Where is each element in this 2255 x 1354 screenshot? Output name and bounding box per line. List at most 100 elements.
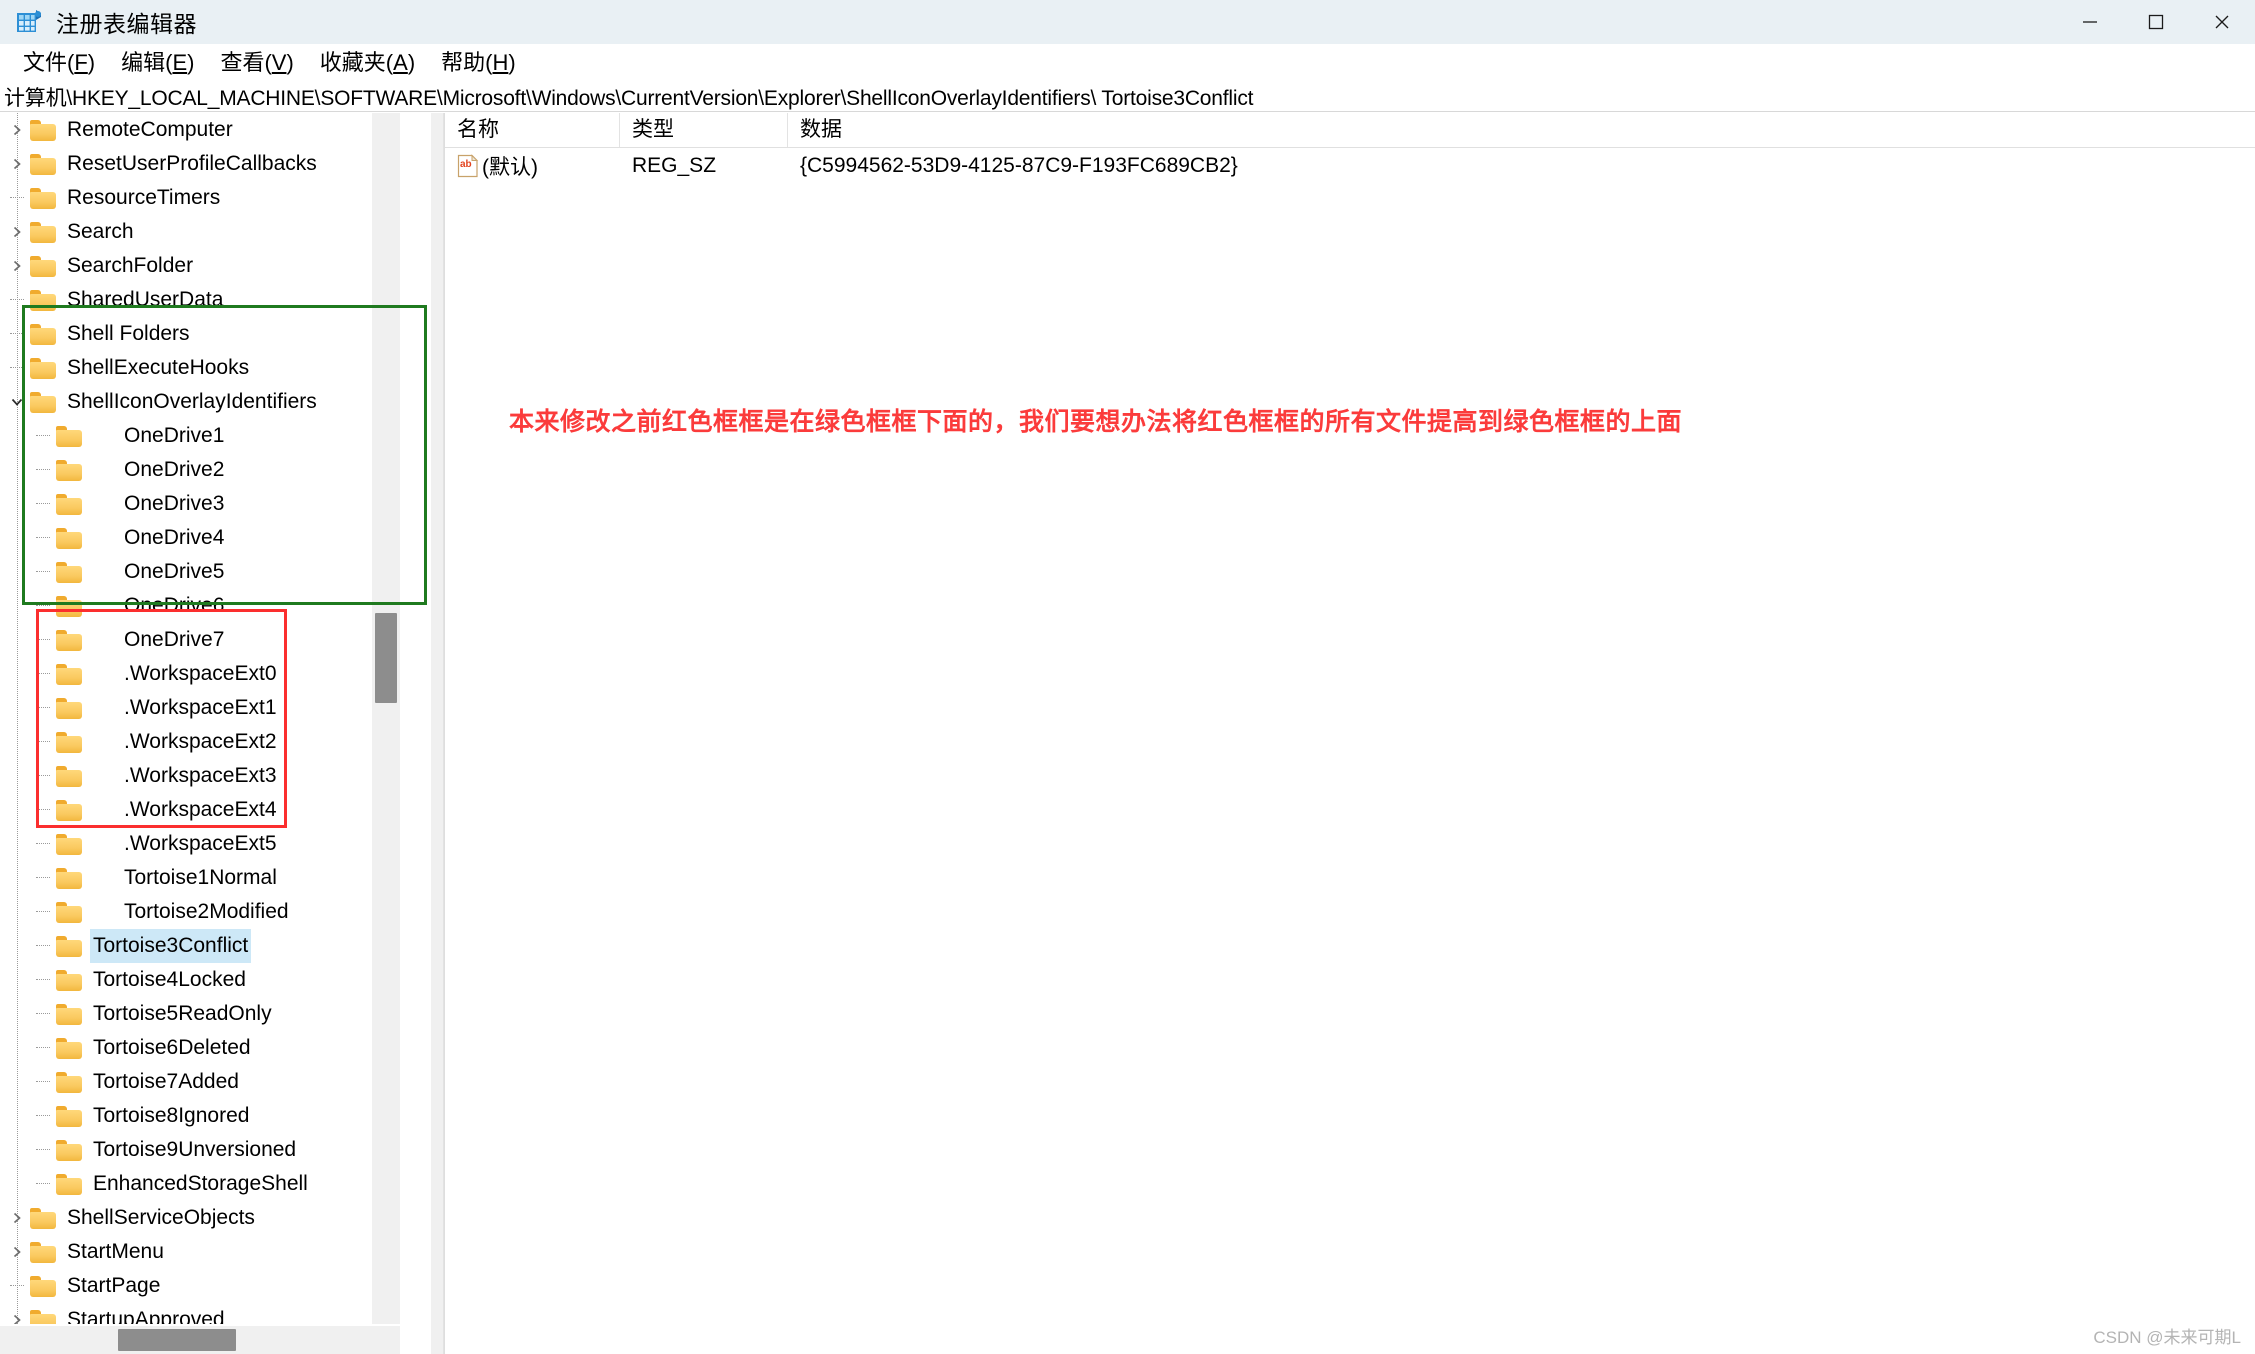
chevron-down-icon[interactable] [4, 395, 30, 409]
tree-item-workspaceext3[interactable]: .WorkspaceExt3 [0, 759, 400, 793]
menu-edit[interactable]: 编辑(E) [108, 44, 207, 82]
tree-item-resourcetimers[interactable]: ResourceTimers [0, 181, 400, 215]
folder-icon [56, 459, 82, 481]
menu-file[interactable]: 文件(F) [10, 44, 108, 82]
tree-item-label: StartupApproved [67, 1308, 225, 1324]
folder-icon [30, 255, 56, 277]
tree-item-onedrive5[interactable]: OneDrive5 [0, 555, 400, 589]
folder-icon [56, 561, 82, 583]
tree-guide-dash [30, 775, 56, 777]
chevron-right-icon[interactable] [4, 1313, 30, 1324]
tree-item-label: RemoteComputer [67, 118, 233, 141]
close-button[interactable] [2189, 0, 2255, 44]
tree-item-startpage[interactable]: StartPage [0, 1269, 400, 1303]
tree-item-tortoise5readonly[interactable]: Tortoise5ReadOnly [0, 997, 400, 1031]
tree-item-enhancedstorageshell[interactable]: EnhancedStorageShell [0, 1167, 400, 1201]
chevron-right-icon[interactable] [4, 123, 30, 137]
chevron-right-icon[interactable] [4, 225, 30, 239]
table-row[interactable]: ab (默认) REG_SZ {C5994562-53D9-4125-87C9-… [445, 148, 2255, 184]
tree-guide-dash [30, 945, 56, 947]
folder-icon [56, 1105, 82, 1127]
tree-item-workspaceext4[interactable]: .WorkspaceExt4 [0, 793, 400, 827]
chevron-right-icon[interactable] [4, 1245, 30, 1259]
folder-icon [30, 289, 56, 311]
chevron-right-icon[interactable] [4, 157, 30, 171]
pane-splitter[interactable] [430, 113, 444, 1354]
tree-vertical-scroll-thumb[interactable] [375, 613, 397, 703]
tree-item-label: Tortoise2Modified [124, 900, 289, 923]
tree-item-onedrive3[interactable]: OneDrive3 [0, 487, 400, 521]
tree-item-tortoise9unversioned[interactable]: Tortoise9Unversioned [0, 1133, 400, 1167]
folder-icon [56, 731, 82, 753]
tree-item-onedrive4[interactable]: OneDrive4 [0, 521, 400, 555]
tree-item-remotecomputer[interactable]: RemoteComputer [0, 113, 400, 147]
tree-item-label: Tortoise7Added [93, 1070, 239, 1093]
tree-guide-dash [4, 299, 30, 301]
tree-item-label: .WorkspaceExt0 [124, 662, 277, 685]
folder-icon [30, 187, 56, 209]
tree-guide-dash [30, 503, 56, 505]
chevron-right-icon[interactable] [4, 259, 30, 273]
tree-item-label: OneDrive4 [124, 526, 225, 549]
tree-item-label: Tortoise4Locked [93, 968, 246, 991]
menu-bar: 文件(F) 编辑(E) 查看(V) 收藏夹(A) 帮助(H) [0, 44, 2255, 82]
column-header-name[interactable]: 名称 [445, 113, 620, 147]
menu-view[interactable]: 查看(V) [207, 44, 306, 82]
tree-item-tortoise6deleted[interactable]: Tortoise6Deleted [0, 1031, 400, 1065]
tree-item-startupapproved[interactable]: StartupApproved [0, 1303, 400, 1324]
tree-item-label: Tortoise8Ignored [93, 1104, 250, 1127]
tree-item-workspaceext1[interactable]: .WorkspaceExt1 [0, 691, 400, 725]
folder-icon [30, 1309, 56, 1324]
column-header-data[interactable]: 数据 [788, 113, 2255, 147]
menu-help[interactable]: 帮助(H) [428, 44, 529, 82]
tree-vertical-scrollbar[interactable] [372, 113, 400, 1324]
tree-item-label: OneDrive5 [124, 560, 225, 583]
tree-guide-dash [4, 1285, 30, 1287]
tree-guide-dash [30, 1013, 56, 1015]
address-bar[interactable]: 计算机\HKEY_LOCAL_MACHINE\SOFTWARE\Microsof… [0, 82, 2255, 112]
tree-item-shellexecutehooks[interactable]: ShellExecuteHooks [0, 351, 400, 385]
chevron-right-icon[interactable] [4, 1211, 30, 1225]
minimize-button[interactable] [2057, 0, 2123, 44]
menu-favorites[interactable]: 收藏夹(A) [307, 44, 428, 82]
tree-item-onedrive1[interactable]: OneDrive1 [0, 419, 400, 453]
tree-item-tortoise2modified[interactable]: Tortoise2Modified [0, 895, 400, 929]
watermark: CSDN @未来可期L [2093, 1328, 2241, 1347]
tree-item-tortoise7added[interactable]: Tortoise7Added [0, 1065, 400, 1099]
tree-guide-dash [30, 673, 56, 675]
maximize-button[interactable] [2123, 0, 2189, 44]
tree-item-onedrive2[interactable]: OneDrive2 [0, 453, 400, 487]
tree-item-workspaceext2[interactable]: .WorkspaceExt2 [0, 725, 400, 759]
tree-item-startmenu[interactable]: StartMenu [0, 1235, 400, 1269]
tree-horizontal-scroll-thumb[interactable] [118, 1329, 236, 1351]
tree-item-onedrive6[interactable]: OneDrive6 [0, 589, 400, 623]
tree-item-label: OneDrive6 [124, 594, 225, 617]
folder-icon [30, 221, 56, 243]
tree-item-shareduserdata[interactable]: SharedUserData [0, 283, 400, 317]
tree-guide-dash [30, 1149, 56, 1151]
folder-icon [56, 629, 82, 651]
tree-item-onedrive7[interactable]: OneDrive7 [0, 623, 400, 657]
tree-item-workspaceext0[interactable]: .WorkspaceExt0 [0, 657, 400, 691]
tree-guide-dash [30, 843, 56, 845]
tree-item-tortoise1normal[interactable]: Tortoise1Normal [0, 861, 400, 895]
tree-item-workspaceext5[interactable]: .WorkspaceExt5 [0, 827, 400, 861]
svg-text:ab: ab [460, 159, 472, 170]
tree-item-shell-folders[interactable]: Shell Folders [0, 317, 400, 351]
tree-item-searchfolder[interactable]: SearchFolder [0, 249, 400, 283]
tree-item-shellserviceobjects[interactable]: ShellServiceObjects [0, 1201, 400, 1235]
tree-item-tortoise4locked[interactable]: Tortoise4Locked [0, 963, 400, 997]
tree-item-tortoise8ignored[interactable]: Tortoise8Ignored [0, 1099, 400, 1133]
tree-guide-dash [30, 571, 56, 573]
tree-item-search[interactable]: Search [0, 215, 400, 249]
folder-icon [56, 1173, 82, 1195]
folder-icon [56, 867, 82, 889]
tree-item-tortoise3conflict[interactable]: Tortoise3Conflict [0, 929, 400, 963]
tree-horizontal-scrollbar[interactable] [0, 1326, 400, 1354]
folder-icon [30, 357, 56, 379]
column-header-type[interactable]: 类型 [620, 113, 788, 147]
tree-item-shelliconoverlayidentifiers[interactable]: ShellIconOverlayIdentifiers [0, 385, 400, 419]
tree-item-resetuserprofilecallbacks[interactable]: ResetUserProfileCallbacks [0, 147, 400, 181]
values-list-pane: 名称 类型 数据 ab (默认) REG_SZ {C5994562-53D9-4… [444, 113, 2255, 1354]
tree-item-label: .WorkspaceExt5 [124, 832, 277, 855]
